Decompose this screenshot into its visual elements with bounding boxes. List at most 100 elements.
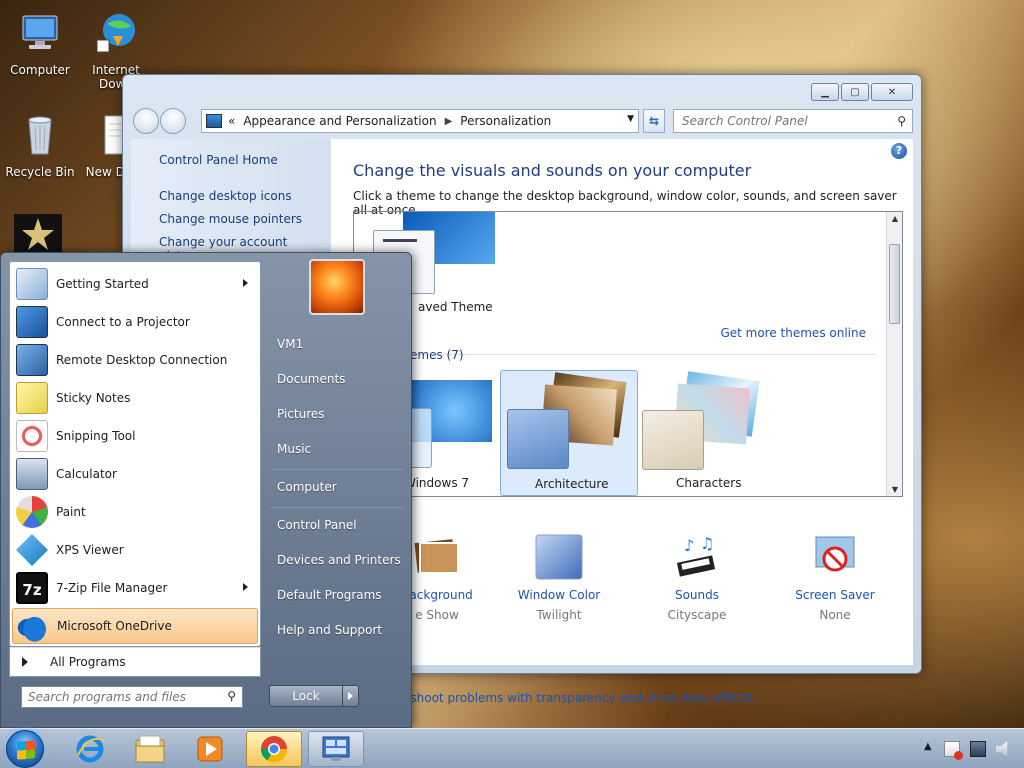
xps-viewer-icon <box>16 534 48 566</box>
desktop-icon-game[interactable] <box>14 214 62 254</box>
default-programs-link[interactable]: Default Programs <box>277 588 382 602</box>
all-programs-label: All Programs <box>50 655 126 669</box>
control-panel-home-link[interactable]: Control Panel Home <box>159 153 331 167</box>
taskbar-control-panel[interactable] <box>308 731 364 767</box>
get-more-themes-link[interactable]: Get more themes online <box>720 326 866 340</box>
shutdown-options-arrow-icon[interactable] <box>343 685 359 707</box>
breadcrumb-separator-icon[interactable]: ▶ <box>445 116 453 127</box>
computer-link[interactable]: Computer <box>277 480 337 494</box>
theme-thumbnail <box>503 371 635 469</box>
forward-button[interactable] <box>160 108 186 134</box>
breadcrumb-personalization[interactable]: Personalization <box>460 114 551 128</box>
address-bar[interactable]: « Appearance and Personalization ▶ Perso… <box>201 109 639 133</box>
taskbar: ▲ <box>0 728 1024 768</box>
search-icon[interactable]: ⚲ <box>227 689 236 703</box>
folder-icon <box>135 735 165 763</box>
user-avatar[interactable] <box>309 259 365 315</box>
program-7zip[interactable]: 7z 7-Zip File Manager <box>12 570 258 606</box>
theme-thumbnail <box>640 371 772 470</box>
minimize-button[interactable]: ▁ <box>811 83 839 101</box>
devices-and-printers-link[interactable]: Devices and Printers <box>277 553 401 567</box>
address-overflow[interactable]: « <box>228 114 235 128</box>
music-link[interactable]: Music <box>277 442 311 456</box>
alert-badge-icon <box>954 751 963 760</box>
desktop-icon-recycle-bin[interactable]: Recycle Bin <box>0 112 80 179</box>
taskbar-internet-explorer[interactable] <box>62 731 118 767</box>
refresh-button[interactable]: ⇆ <box>643 109 665 133</box>
scroll-thumb[interactable] <box>889 244 900 324</box>
program-xps-viewer[interactable]: XPS Viewer <box>12 532 258 568</box>
change-desktop-icons-link[interactable]: Change desktop icons <box>159 189 331 203</box>
program-paint[interactable]: Paint <box>12 494 258 530</box>
network-icon[interactable] <box>970 741 986 757</box>
scroll-down-icon[interactable]: ▼ <box>887 485 902 494</box>
internet-download-icon <box>96 14 135 53</box>
desktop-icon-computer[interactable]: Computer <box>0 10 80 77</box>
sticky-notes-icon <box>16 382 48 414</box>
start-search-box[interactable]: ⚲ <box>21 686 243 708</box>
svg-text:♫: ♫ <box>700 534 714 553</box>
program-label: Calculator <box>56 467 117 481</box>
close-icon: ✕ <box>887 86 897 98</box>
program-getting-started[interactable]: Getting Started <box>12 266 258 302</box>
maximize-button[interactable]: ▢ <box>841 83 869 101</box>
program-onedrive[interactable]: Microsoft OneDrive <box>12 608 258 644</box>
start-button[interactable] <box>6 730 44 768</box>
theme-label: aved Theme <box>418 300 493 314</box>
setting-label: Sounds <box>674 588 720 602</box>
scroll-up-icon[interactable]: ▲ <box>887 214 902 223</box>
sounds-setting[interactable]: ♪ ♫ Sounds Cityscape <box>637 533 757 622</box>
setting-value: None <box>819 608 851 622</box>
theme-window-preview <box>642 410 704 470</box>
close-button[interactable]: ✕ <box>871 83 913 101</box>
volume-muted-icon[interactable] <box>996 741 1008 757</box>
theme-characters[interactable]: Characters <box>640 371 772 494</box>
minimize-icon: ▁ <box>821 86 829 98</box>
program-remote-desktop[interactable]: Remote Desktop Connection <box>12 342 258 378</box>
taskbar-file-explorer[interactable] <box>122 731 178 767</box>
control-panel-link[interactable]: Control Panel <box>277 518 357 532</box>
pictures-link[interactable]: Pictures <box>277 407 325 421</box>
user-folder-link[interactable]: VM1 <box>277 337 303 351</box>
desktop-icon-label: Computer <box>10 63 70 77</box>
help-icon[interactable]: ? <box>891 143 907 159</box>
aero-themes-header: emes (7) <box>410 348 464 362</box>
help-and-support-link[interactable]: Help and Support <box>277 623 382 637</box>
search-input[interactable] <box>682 114 882 128</box>
troubleshoot-aero-link[interactable]: eshoot problems with transparency and ot… <box>403 691 753 705</box>
program-connect-to-projector[interactable]: Connect to a Projector <box>12 304 258 340</box>
program-sticky-notes[interactable]: Sticky Notes <box>12 380 258 416</box>
start-menu[interactable]: Getting Started Connect to a Projector R… <box>0 252 412 728</box>
show-hidden-icons-button[interactable]: ▲ <box>924 741 934 757</box>
change-mouse-pointers-link[interactable]: Change mouse pointers <box>159 212 331 226</box>
sounds-icon: ♪ ♫ <box>676 534 716 577</box>
search-control-panel[interactable]: ⚲ <box>673 109 913 133</box>
lock-button[interactable]: Lock <box>269 685 343 707</box>
maximize-icon: ▢ <box>850 86 860 98</box>
screen-saver-icon <box>815 536 855 572</box>
setting-value: Twilight <box>536 608 582 622</box>
setting-label: Screen Saver <box>795 588 875 602</box>
start-menu-programs: Getting Started Connect to a Projector R… <box>9 261 261 647</box>
program-snipping-tool[interactable]: Snipping Tool <box>12 418 258 454</box>
start-search-input[interactable] <box>28 690 218 704</box>
taskbar-chrome[interactable] <box>246 731 302 767</box>
theme-list[interactable]: aved Theme Get more themes online emes (… <box>353 211 903 497</box>
documents-link[interactable]: Documents <box>277 372 345 386</box>
search-icon[interactable]: ⚲ <box>897 114 906 128</box>
program-calculator[interactable]: Calculator <box>12 456 258 492</box>
address-dropdown-icon[interactable]: ▼ <box>627 114 634 124</box>
theme-list-scrollbar[interactable]: ▲ ▼ <box>886 212 902 496</box>
system-tray: ▲ <box>924 741 1012 760</box>
theme-architecture[interactable]: Architecture <box>500 370 638 496</box>
screen-saver-setting[interactable]: Screen Saver None <box>775 533 895 622</box>
breadcrumb-appearance[interactable]: Appearance and Personalization <box>243 114 436 128</box>
back-button[interactable] <box>133 108 159 134</box>
theme-settings-row: Background e Show Window Color Twilight <box>353 513 913 623</box>
setting-label: Window Color <box>517 588 601 602</box>
all-programs-button[interactable]: All Programs <box>9 647 261 677</box>
taskbar-media-player[interactable] <box>182 731 238 767</box>
window-color-setting[interactable]: Window Color Twilight <box>499 533 619 622</box>
action-center-icon[interactable] <box>944 741 963 760</box>
all-programs-arrow-icon <box>22 657 28 667</box>
